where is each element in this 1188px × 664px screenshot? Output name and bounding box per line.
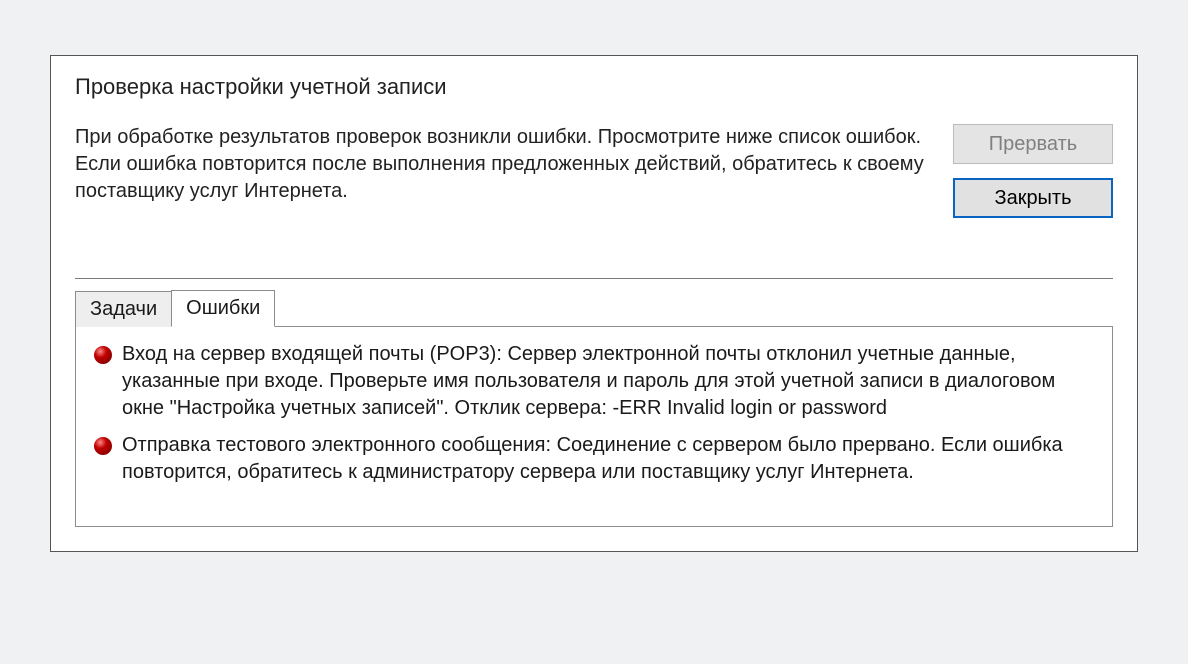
divider (75, 278, 1113, 279)
tab-tasks[interactable]: Задачи (75, 291, 172, 327)
tabs: Задачи Ошибки (75, 289, 1113, 326)
errors-panel: Вход на сервер входящей почты (POP3): Се… (75, 326, 1113, 527)
error-text: Вход на сервер входящей почты (POP3): Се… (122, 341, 1094, 422)
abort-button: Прервать (953, 124, 1113, 164)
error-text: Отправка тестового электронного сообщени… (122, 432, 1094, 486)
tab-errors[interactable]: Ошибки (171, 290, 275, 327)
error-icon (94, 437, 112, 455)
dialog-buttons: Прервать Закрыть (953, 124, 1113, 218)
dialog-title: Проверка настройки учетной записи (51, 56, 1137, 116)
dialog-body: При обработке результатов проверок возни… (51, 116, 1137, 218)
dialog-message: При обработке результатов проверок возни… (75, 124, 933, 205)
error-item: Вход на сервер входящей почты (POP3): Се… (94, 341, 1094, 422)
account-test-dialog: Проверка настройки учетной записи При об… (50, 55, 1138, 552)
error-icon (94, 346, 112, 364)
error-item: Отправка тестового электронного сообщени… (94, 432, 1094, 486)
close-button[interactable]: Закрыть (953, 178, 1113, 218)
